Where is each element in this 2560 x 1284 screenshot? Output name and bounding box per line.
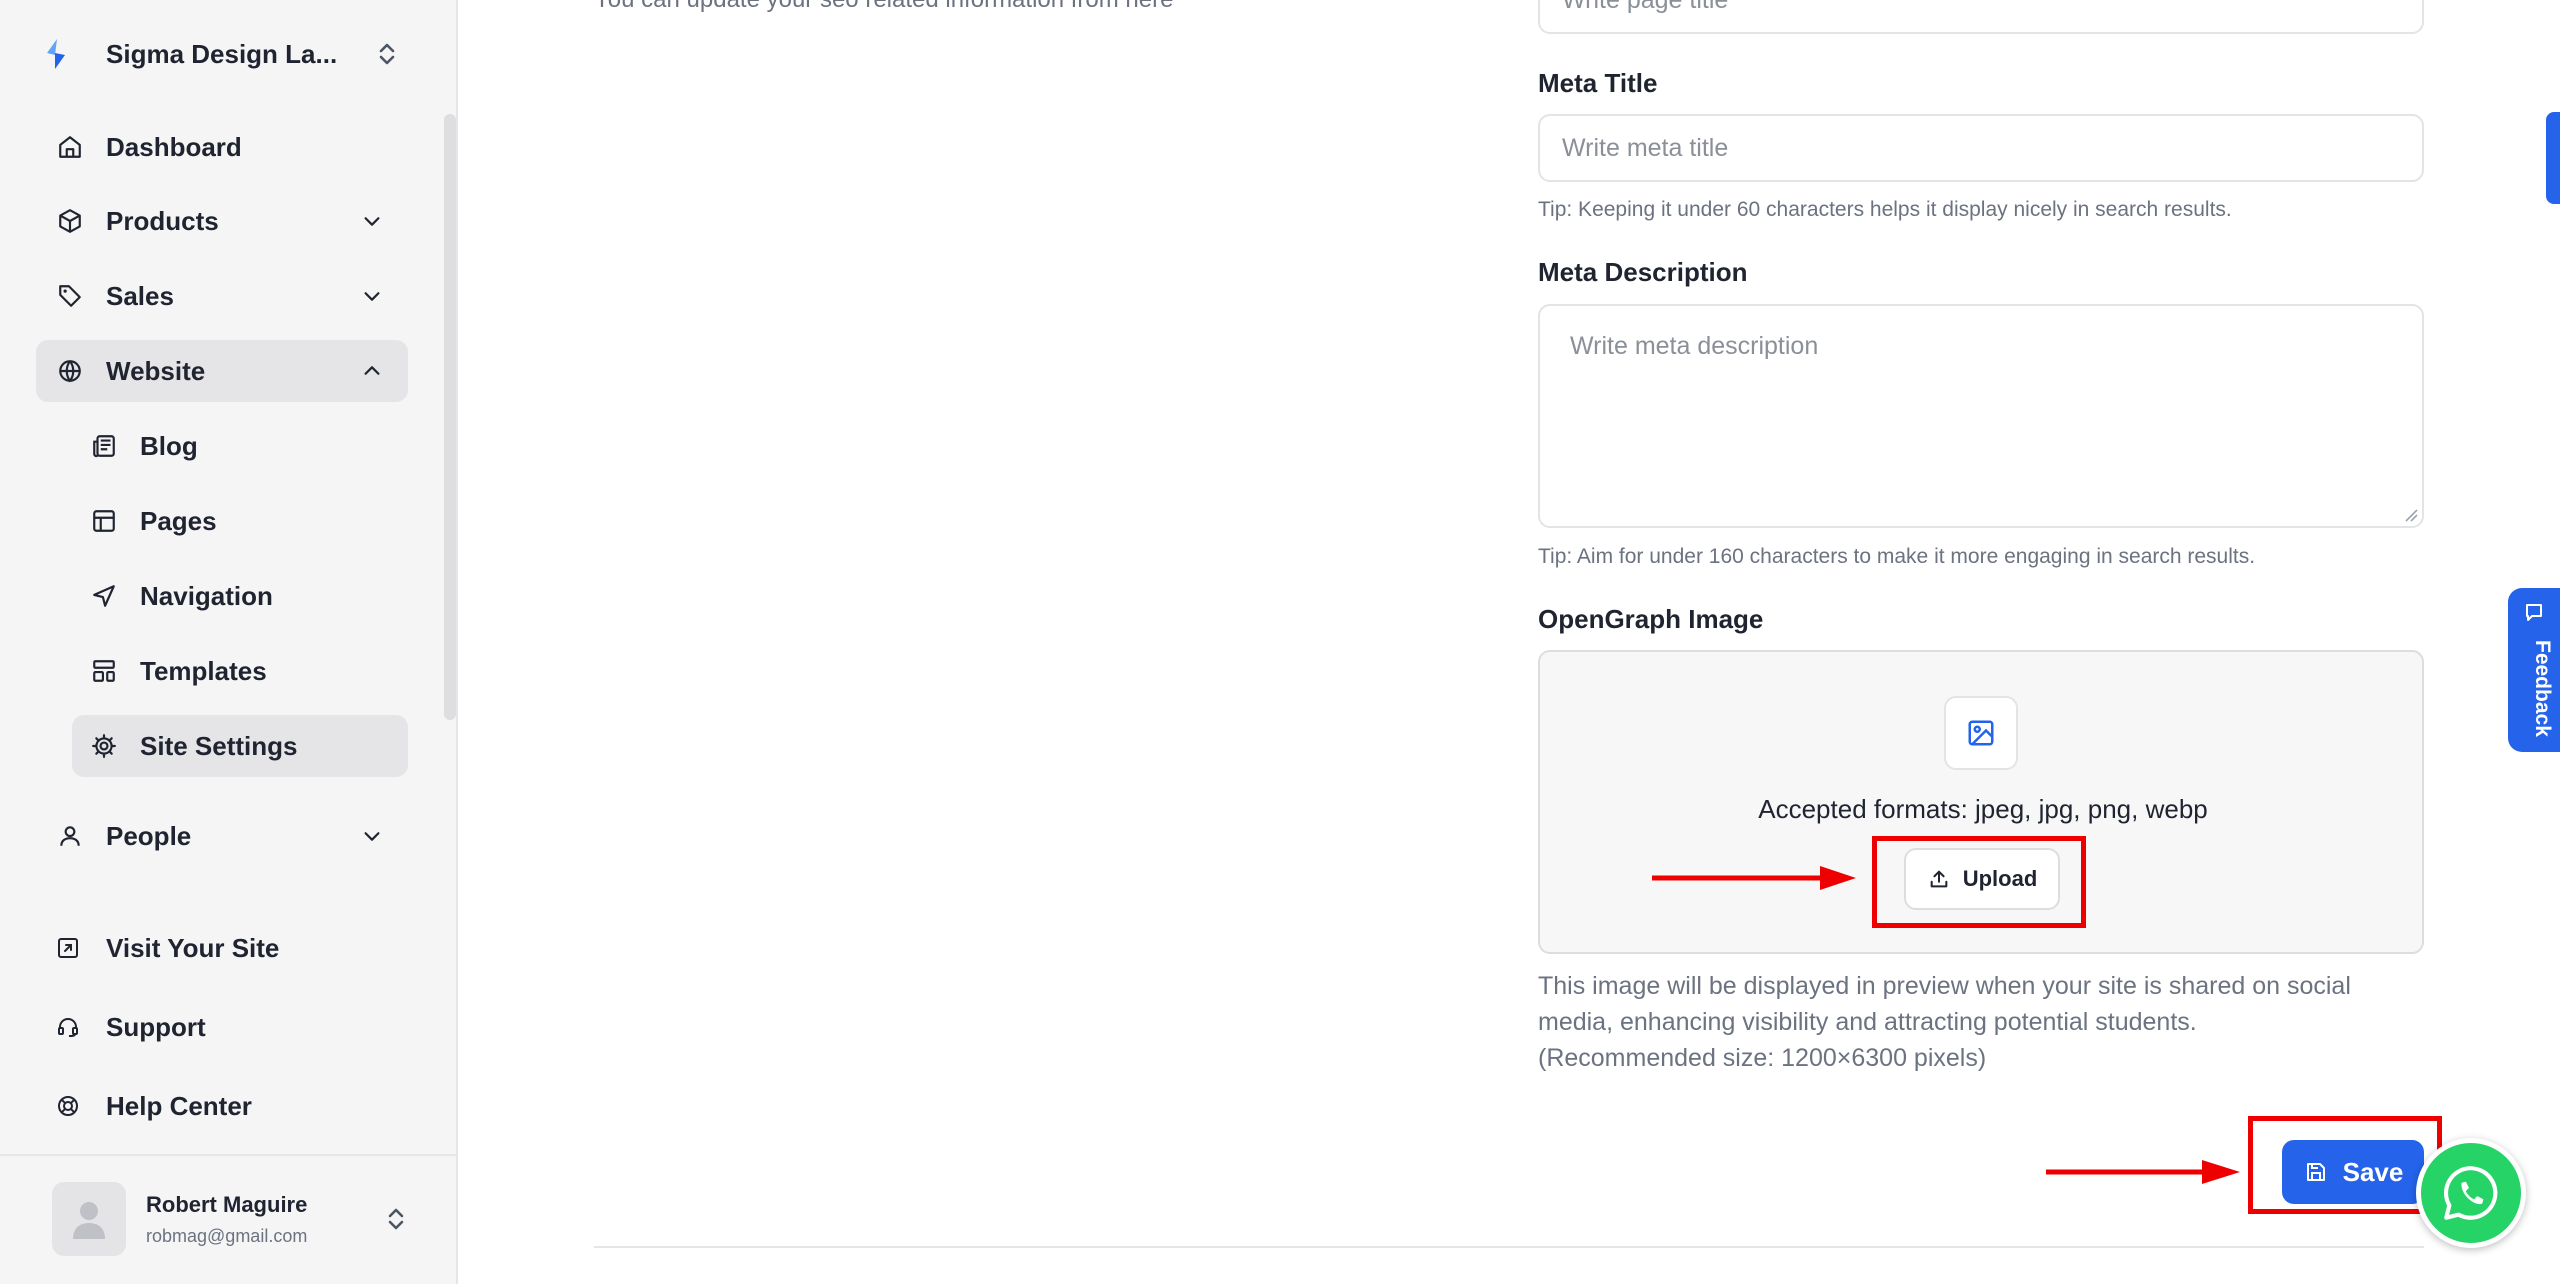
- side-panel-tab[interactable]: [2546, 112, 2560, 204]
- tag-icon: [54, 280, 86, 312]
- sidebar-item-site-settings[interactable]: Site Settings: [72, 715, 408, 777]
- newspaper-icon: [88, 430, 120, 462]
- home-icon: [54, 131, 86, 163]
- sidebar-item-blog[interactable]: Blog: [72, 415, 408, 477]
- meta-description-tip: Tip: Aim for under 160 characters to mak…: [1538, 545, 2256, 568]
- sidebar-item-label: Pages: [140, 505, 217, 536]
- sidebar-scrollbar[interactable]: [444, 114, 456, 720]
- sidebar-item-label: Products: [106, 205, 219, 236]
- accepted-formats: Accepted formats: jpeg, jpg, png, webp: [1758, 794, 2208, 824]
- user-menu[interactable]: Robert Maguire robmag@gmail.com: [52, 1182, 412, 1256]
- visit-site-link[interactable]: Visit Your Site: [36, 920, 408, 976]
- help-center-link[interactable]: Help Center: [36, 1078, 408, 1134]
- divider: [0, 1154, 458, 1156]
- sidebar-item-label: Sales: [106, 280, 174, 311]
- support-link[interactable]: Support: [36, 999, 408, 1055]
- meta-title-input[interactable]: Write meta title: [1538, 114, 2424, 182]
- sidebar-item-label: Templates: [140, 655, 267, 686]
- meta-description-textarea[interactable]: Write meta description: [1538, 304, 2424, 528]
- page-title-input[interactable]: Write page title: [1538, 0, 2424, 34]
- sidebar-item-label: People: [106, 820, 192, 851]
- box-icon: [54, 205, 86, 237]
- org-name: Sigma Design La...: [106, 38, 338, 69]
- sidebar-item-pages[interactable]: Pages: [72, 490, 408, 552]
- meta-description-label: Meta Description: [1538, 257, 1748, 287]
- divider: [594, 1246, 2424, 1248]
- main-content: You can update your seo related informat…: [460, 0, 2560, 1284]
- sidebar-item-navigation[interactable]: Navigation: [72, 565, 408, 627]
- sidebar-item-products[interactable]: Products: [36, 190, 408, 252]
- chevron-up-down-icon[interactable]: [380, 1203, 412, 1235]
- avatar: [52, 1182, 126, 1256]
- chevron-down-icon: [356, 280, 388, 312]
- sidebar: Sigma Design La... Dashboard Products Sa…: [0, 0, 458, 1284]
- layout-icon: [88, 505, 120, 537]
- sidebar-item-label: Site Settings: [140, 730, 298, 761]
- chevron-down-icon: [356, 205, 388, 237]
- chevron-up-icon: [356, 355, 388, 387]
- meta-title-tip: Tip: Keeping it under 60 characters help…: [1538, 198, 2232, 221]
- sidebar-item-sales[interactable]: Sales: [36, 265, 408, 327]
- image-icon: [1944, 696, 2018, 770]
- sidebar-item-label: Navigation: [140, 580, 273, 611]
- resize-handle-icon[interactable]: [2404, 508, 2418, 522]
- og-image-label: OpenGraph Image: [1538, 604, 1764, 634]
- sidebar-item-label: Website: [106, 355, 206, 386]
- meta-title-label: Meta Title: [1538, 68, 1658, 98]
- og-help-line: media, enhancing visibility and attracti…: [1538, 1008, 2197, 1036]
- support-label: Support: [106, 1011, 206, 1042]
- headset-icon: [52, 1011, 84, 1043]
- help-center-label: Help Center: [106, 1090, 252, 1121]
- chat-bubble-icon: [2526, 604, 2542, 621]
- feedback-label[interactable]: Feedback: [2514, 640, 2554, 737]
- whatsapp-button[interactable]: [2416, 1138, 2526, 1248]
- whatsapp-icon: [2443, 1166, 2498, 1220]
- arrow-right-icon: [1652, 866, 1856, 890]
- user-icon: [54, 820, 86, 852]
- sidebar-item-label: Dashboard: [106, 131, 242, 162]
- external-link-icon: [52, 932, 84, 964]
- gear-icon: [88, 730, 120, 762]
- template-icon: [88, 655, 120, 687]
- sidebar-item-website[interactable]: Website: [36, 340, 408, 402]
- section-description: You can update your seo related informat…: [594, 0, 1173, 14]
- og-image-help: This image will be displayed in preview …: [1538, 968, 2438, 1076]
- sidebar-item-dashboard[interactable]: Dashboard: [36, 116, 408, 178]
- globe-icon: [54, 355, 86, 387]
- og-help-line: (Recommended size: 1200×6300 pixels): [1538, 1044, 1987, 1072]
- sidebar-item-people[interactable]: People: [36, 805, 408, 867]
- og-help-line: This image will be displayed in preview …: [1538, 972, 2351, 1000]
- arrow-right-icon: [2046, 1160, 2240, 1184]
- chevron-up-down-icon[interactable]: [372, 39, 402, 69]
- meta-description-placeholder: Write meta description: [1570, 332, 1819, 360]
- brand-logo-icon: [36, 34, 76, 74]
- user-name: Robert Maguire: [146, 1191, 308, 1217]
- org-switcher[interactable]: Sigma Design La...: [36, 22, 406, 86]
- upload-highlight-box: [1872, 836, 2086, 928]
- navigation-arrow-icon: [88, 580, 120, 612]
- user-email: robmag@gmail.com: [146, 1225, 308, 1246]
- chevron-down-icon: [356, 820, 388, 852]
- lifebuoy-icon: [52, 1090, 84, 1122]
- meta-title-placeholder: Write meta title: [1562, 133, 1729, 162]
- save-highlight-box: [2248, 1116, 2442, 1214]
- sidebar-item-label: Blog: [140, 430, 198, 461]
- page-title-placeholder: Write page title: [1562, 0, 1728, 15]
- visit-site-label: Visit Your Site: [106, 932, 280, 963]
- user-info: Robert Maguire robmag@gmail.com: [146, 1192, 380, 1247]
- sidebar-item-templates[interactable]: Templates: [72, 640, 408, 702]
